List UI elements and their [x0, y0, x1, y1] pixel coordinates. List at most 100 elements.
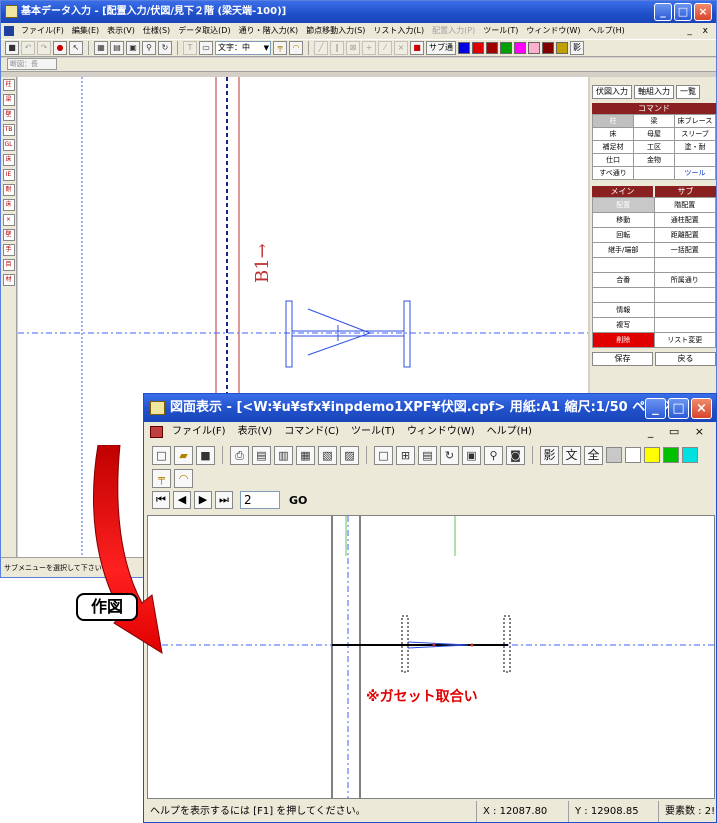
command-0[interactable]: 柱	[593, 115, 634, 128]
print-preview-icon[interactable]: ▤	[252, 445, 271, 465]
drawing-menu-item-4[interactable]: ウィンドウ(W)	[401, 422, 481, 442]
minimize-icon[interactable]: _	[654, 3, 672, 21]
sub-window-toggle[interactable]: サブ通	[426, 41, 456, 55]
command-8[interactable]: 塗・耐	[675, 141, 716, 154]
command-12[interactable]: すべ通り	[593, 167, 634, 180]
go-button[interactable]: GO	[289, 494, 307, 507]
tool-10[interactable]: 壁	[2, 229, 15, 241]
color-pink[interactable]	[528, 42, 540, 54]
color-swatch-2[interactable]	[644, 447, 660, 463]
x-icon[interactable]: ×	[394, 41, 408, 55]
monitor-icon[interactable]: ▭	[199, 41, 213, 55]
maximize-icon[interactable]: □	[674, 3, 692, 21]
drawing-menu-item-5[interactable]: ヘルプ(H)	[481, 422, 538, 442]
print-range-icon[interactable]: ▥	[274, 445, 293, 465]
main-item-8[interactable]: 複写	[593, 318, 655, 333]
color-magenta[interactable]	[514, 42, 526, 54]
panel-tab-2[interactable]: 一覧	[676, 85, 700, 99]
sub-item-9[interactable]: リスト変更	[654, 333, 716, 348]
record-icon[interactable]: ●	[53, 41, 67, 55]
grid-icon[interactable]: ▦	[94, 41, 108, 55]
command-3[interactable]: 床	[593, 128, 634, 141]
color-red[interactable]	[472, 42, 484, 54]
sub-item-8[interactable]	[654, 318, 716, 333]
save-icon[interactable]: ■	[5, 41, 19, 55]
zoom-icon[interactable]: ⚲	[142, 41, 156, 55]
diag-icon[interactable]: ⁄	[378, 41, 392, 55]
refresh-icon[interactable]: ↻	[440, 445, 459, 465]
drawing-menu-item-3[interactable]: ツール(T)	[345, 422, 401, 442]
shadow-toggle[interactable]: 影	[570, 41, 584, 55]
redo-icon[interactable]: ↷	[37, 41, 51, 55]
command-1[interactable]: 梁	[634, 115, 675, 128]
plotter-icon[interactable]: ▨	[340, 445, 359, 465]
command-4[interactable]: 母屋	[634, 128, 675, 141]
stop-icon[interactable]: ■	[410, 41, 424, 55]
drawing-menu-item-0[interactable]: ファイル(F)	[166, 422, 232, 442]
mdi-controls[interactable]: _ 𝗑	[687, 23, 712, 39]
command-10[interactable]: 金物	[634, 154, 675, 167]
menu-item-3[interactable]: 仕様(S)	[139, 23, 174, 39]
pointer-icon[interactable]: ↖	[69, 41, 83, 55]
tool-8[interactable]: 床	[2, 199, 15, 211]
menu-item-1[interactable]: 編集(E)	[68, 23, 103, 39]
menu-item-6[interactable]: 節点移動入力(S)	[302, 23, 369, 39]
tool-11[interactable]: 手	[2, 244, 15, 256]
tool-0[interactable]: 柱	[2, 79, 15, 91]
tool-4[interactable]: GL	[2, 139, 15, 151]
ruler-icon[interactable]: ╤	[273, 41, 287, 55]
tool-5[interactable]: 床	[2, 154, 15, 166]
prev-page-icon[interactable]: ◀	[173, 491, 191, 509]
main-item-4[interactable]	[593, 258, 655, 273]
save-icon[interactable]: ■	[196, 445, 215, 465]
tool-9[interactable]: ×	[2, 214, 15, 226]
helmet-icon[interactable]: ◠	[289, 41, 303, 55]
sub-item-4[interactable]	[654, 258, 716, 273]
shadow-toggle[interactable]: 影	[540, 445, 559, 465]
command-14[interactable]: ツール	[675, 167, 716, 180]
sub-item-7[interactable]	[654, 303, 716, 318]
cross-box-icon[interactable]: ⊠	[346, 41, 360, 55]
tool-3[interactable]: TB	[2, 124, 15, 136]
color-olive[interactable]	[556, 42, 568, 54]
sub-item-1[interactable]: 通柱配置	[654, 213, 716, 228]
drawing-canvas[interactable]: ※ガセット取合い	[147, 515, 715, 799]
color-green[interactable]	[500, 42, 512, 54]
tool-12[interactable]: 目	[2, 259, 15, 271]
next-page-icon[interactable]: ▶	[194, 491, 212, 509]
menu-item-7[interactable]: リスト入力(L)	[369, 23, 428, 39]
command-7[interactable]: 工区	[634, 141, 675, 154]
main-item-0[interactable]: 配置	[593, 198, 655, 213]
color-maroon[interactable]	[542, 42, 554, 54]
main-item-7[interactable]: 情報	[593, 303, 655, 318]
command-5[interactable]: スリーブ	[675, 128, 716, 141]
page-number-input[interactable]: 2	[240, 491, 280, 509]
color-swatch-4[interactable]	[682, 447, 698, 463]
drawing-title-bar[interactable]: 図面表示 - [<W:¥u¥sfx¥inpdemo1XPF¥伏図.cpf> 用紙…	[144, 394, 716, 422]
text-toggle[interactable]: 文	[562, 445, 581, 465]
color-swatch-0[interactable]	[606, 447, 622, 463]
drawing-menu-item-2[interactable]: コマンド(C)	[278, 422, 345, 442]
back-button[interactable]: 戻る	[655, 352, 716, 366]
helmet-icon[interactable]: ◠	[174, 468, 193, 488]
tool-6[interactable]: IE	[2, 169, 15, 181]
panel-tab-1[interactable]: 軸組入力	[634, 85, 674, 99]
menu-item-2[interactable]: 表示(V)	[103, 23, 139, 39]
menu-item-4[interactable]: データ取込(D)	[174, 23, 234, 39]
main-title-bar[interactable]: 基本データ入力 - [配置入力/伏図/見下２階 (梁天端-100)] _ □ ×	[1, 1, 716, 23]
tool-13[interactable]: 材	[2, 274, 15, 286]
close-icon[interactable]: ×	[691, 398, 712, 419]
main-item-1[interactable]: 移動	[593, 213, 655, 228]
command-11[interactable]	[675, 154, 716, 167]
open-icon[interactable]: ▰	[174, 445, 193, 465]
print-setup-icon[interactable]: ▧	[318, 445, 337, 465]
main-item-5[interactable]: 合番	[593, 273, 655, 288]
sub-item-5[interactable]: 所属通り	[654, 273, 716, 288]
tool-2[interactable]: 壁	[2, 109, 15, 121]
drawing-menu-item-1[interactable]: 表示(V)	[232, 422, 279, 442]
text-size-combo[interactable]: 文字：中	[215, 41, 271, 55]
sub-item-3[interactable]: 一括配置	[654, 243, 716, 258]
window-icon[interactable]: ▤	[110, 41, 124, 55]
plus-icon[interactable]: +	[362, 41, 376, 55]
zoom-window-icon[interactable]: ▣	[126, 41, 140, 55]
